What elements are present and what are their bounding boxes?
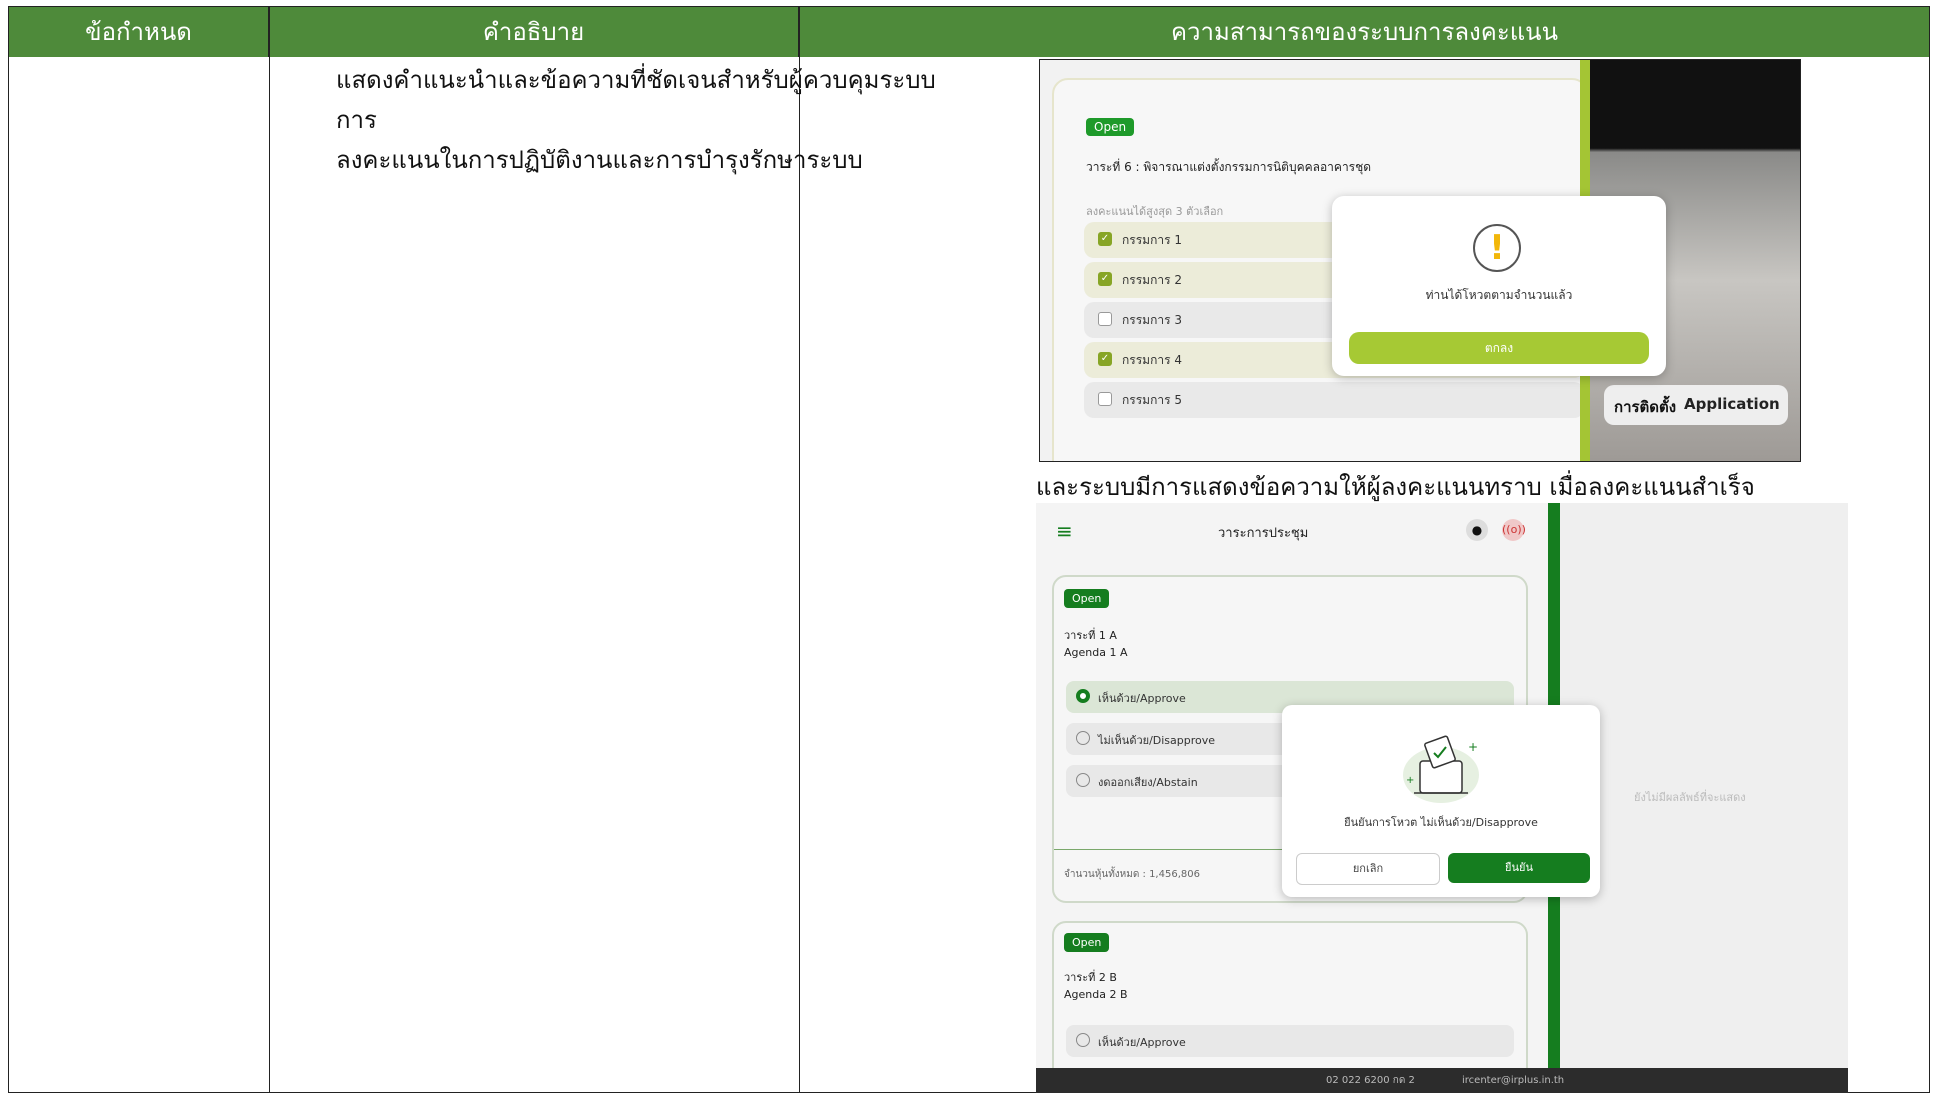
vote-hint: ลงคะแนนได้สูงสุด 3 ตัวเลือก — [1086, 205, 1224, 218]
description-cell: แสดงคำแนะนำและข้อความที่ชัดเจนสำหรับผู้ค… — [336, 60, 976, 180]
candidate-label: กรรมการ 1 — [1122, 233, 1182, 247]
warning-icon: ! — [1473, 224, 1521, 272]
header-capability: ความสามารถของระบบการลงคะแนน — [1170, 18, 1558, 46]
radio-icon — [1076, 1033, 1090, 1047]
agenda-name: Agenda 2 B — [1064, 988, 1128, 1001]
vote-confirm-dialog: + + ยืนยันการโหวต ไม่เห็นด้วย/Disapprove… — [1282, 705, 1600, 897]
candidate-option[interactable]: กรรมการ 5 — [1084, 382, 1584, 418]
candidate-label: กรรมการ 4 — [1122, 353, 1182, 367]
live-icon[interactable]: ((o)) — [1502, 519, 1526, 541]
footer-email: ircenter@irplus.in.th — [1462, 1075, 1565, 1086]
install-app-banner: การติดตั้ง Application — [1604, 385, 1788, 425]
confirm-button[interactable]: ยืนยัน — [1448, 853, 1590, 883]
radio-icon — [1076, 773, 1090, 787]
agenda-heading: วาระที่ 1 A Agenda 1 A — [1064, 627, 1128, 661]
checkbox-unchecked-icon — [1098, 312, 1112, 326]
vote-option-label: งดออกเสียง/Abstain — [1098, 776, 1198, 789]
status-badge: Open — [1064, 589, 1110, 608]
vote-option-label: เห็นด้วย/Approve — [1098, 692, 1186, 705]
svg-text:+: + — [1406, 775, 1414, 786]
status-badge: Open — [1086, 118, 1135, 136]
vote-limit-screenshot: Open วาระที่ 6 : พิจารณาแต่งตั้งกรรมการน… — [1039, 59, 1801, 462]
banner-label-thai: การติดตั้ง — [1614, 398, 1677, 416]
menu-icon[interactable]: ≡ — [1056, 519, 1073, 543]
caption-text: และระบบมีการแสดงข้อความให้ผู้ลงคะแนนทราบ… — [1036, 473, 1755, 501]
header-description: คำอธิบาย — [269, 7, 799, 57]
vote-option-label: ไม่เห็นด้วย/Disapprove — [1098, 734, 1216, 747]
vote-option-label: เห็นด้วย/Approve — [1098, 1036, 1186, 1049]
checkbox-checked-icon: ✓ — [1098, 272, 1112, 286]
checkbox-checked-icon: ✓ — [1098, 232, 1112, 246]
vote-confirm-screenshot: ≡ วาระการประชุม ● ((o)) Open วาระที่ 1 A… — [1036, 503, 1848, 1093]
empty-results-text: ยังไม่มีผลลัพธ์ที่จะแสดง — [1634, 791, 1746, 804]
description-line: ลงคะแนนในการปฏิบัติงานและการบำรุงรักษาระ… — [336, 146, 863, 174]
agenda-name: Agenda 1 A — [1064, 646, 1128, 659]
candidate-label: กรรมการ 5 — [1122, 393, 1182, 407]
ballot-box-icon: + + — [1403, 735, 1479, 803]
header-requirement: ข้อกำหนด — [9, 7, 269, 57]
total-shares: จำนวนหุ้นทั้งหมด : 1,456,806 — [1064, 869, 1200, 880]
status-badge: Open — [1064, 933, 1110, 952]
chat-icon[interactable]: ● — [1466, 519, 1488, 541]
candidate-label: กรรมการ 2 — [1122, 273, 1182, 287]
checkbox-unchecked-icon — [1098, 392, 1112, 406]
agenda-heading: วาระที่ 2 B Agenda 2 B — [1064, 969, 1128, 1003]
column-divider — [269, 7, 270, 1092]
banner-label-app: Application — [1684, 395, 1780, 413]
checkbox-checked-icon: ✓ — [1098, 352, 1112, 366]
footer-phone: 02 022 6200 กด 2 — [1326, 1075, 1415, 1086]
vote-option[interactable]: เห็นด้วย/Approve — [1066, 1025, 1514, 1057]
page-title: วาระการประชุม — [1218, 526, 1309, 541]
ok-button[interactable]: ตกลง — [1349, 332, 1649, 364]
description-line: แสดงคำแนะนำและข้อความที่ชัดเจนสำหรับผู้ค… — [336, 66, 936, 134]
cancel-button[interactable]: ยกเลิก — [1296, 853, 1440, 885]
candidate-label: กรรมการ 3 — [1122, 313, 1182, 327]
agenda-title: วาระที่ 6 : พิจารณาแต่งตั้งกรรมการนิติบุ… — [1086, 160, 1372, 174]
radio-icon — [1076, 731, 1090, 745]
dialog-message: ยืนยันการโหวต ไม่เห็นด้วย/Disapprove — [1344, 816, 1538, 829]
table-header: ข้อกำหนด คำอธิบาย ความสามารถของระบบการลง… — [9, 7, 1929, 57]
agenda-number: วาระที่ 2 B — [1064, 971, 1117, 984]
svg-text:+: + — [1468, 740, 1478, 754]
footer: 02 022 6200 กด 2 ircenter@irplus.in.th — [1036, 1068, 1848, 1093]
vote-limit-dialog: ! ท่านได้โหวตตามจำนวนแล้ว ตกลง — [1332, 196, 1666, 376]
dialog-message: ท่านได้โหวตตามจำนวนแล้ว — [1425, 288, 1573, 302]
radio-selected-icon — [1076, 689, 1090, 703]
agenda-number: วาระที่ 1 A — [1064, 629, 1117, 642]
